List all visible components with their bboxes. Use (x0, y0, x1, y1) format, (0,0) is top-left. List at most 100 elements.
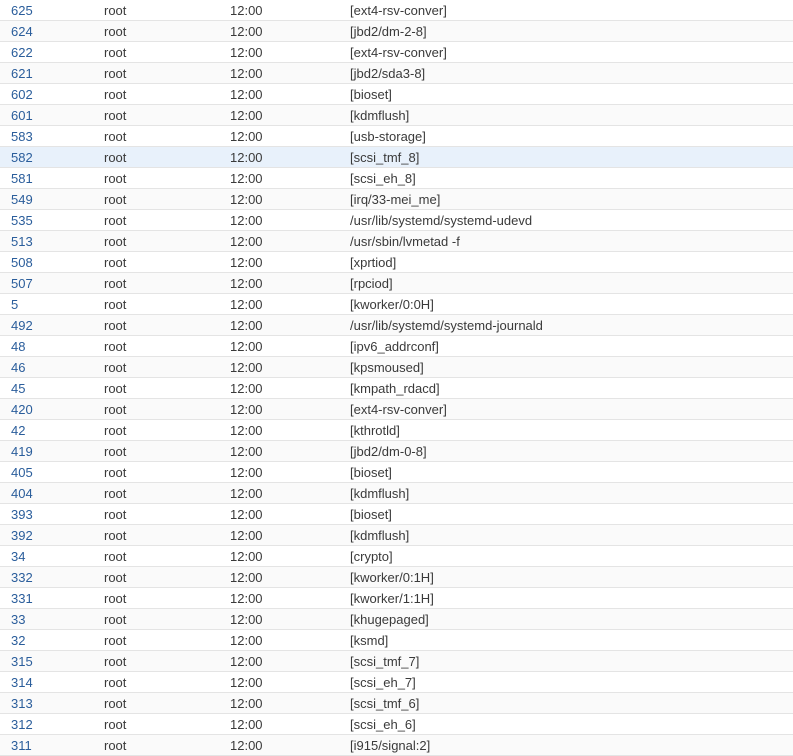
pid-cell[interactable]: 5 (11, 294, 91, 314)
pid-cell[interactable]: 314 (11, 672, 91, 692)
table-row[interactable]: 393 root 12:00 [bioset] (0, 504, 793, 525)
table-row[interactable]: 601 root 12:00 [kdmflush] (0, 105, 793, 126)
table-row[interactable]: 313 root 12:00 [scsi_tmf_6] (0, 693, 793, 714)
time-cell: 12:00 (230, 696, 263, 711)
table-row[interactable]: 5 root 12:00 [kworker/0:0H] (0, 294, 793, 315)
user-cell: root (104, 213, 127, 228)
table-row[interactable]: 602 root 12:00 [bioset] (0, 84, 793, 105)
command-cell: [i915/signal:2] (350, 738, 431, 753)
table-row[interactable]: 315 root 12:00 [scsi_tmf_7] (0, 651, 793, 672)
table-row[interactable]: 508 root 12:00 [xprtiod] (0, 252, 793, 273)
command-cell: [khugepaged] (350, 612, 429, 627)
pid-cell[interactable]: 45 (11, 378, 91, 398)
pid-cell[interactable]: 625 (11, 0, 91, 20)
command-cell: [jbd2/dm-2-8] (350, 24, 427, 39)
pid-cell[interactable]: 405 (11, 462, 91, 482)
table-row[interactable]: 419 root 12:00 [jbd2/dm-0-8] (0, 441, 793, 462)
table-row[interactable]: 625 root 12:00 [ext4-rsv-conver] (0, 0, 793, 21)
table-row[interactable]: 32 root 12:00 [ksmd] (0, 630, 793, 651)
table-row[interactable]: 404 root 12:00 [kdmflush] (0, 483, 793, 504)
command-cell: [scsi_eh_8] (350, 171, 416, 186)
pid-cell[interactable]: 311 (11, 735, 91, 755)
table-row[interactable]: 311 root 12:00 [i915/signal:2] (0, 735, 793, 756)
user-cell: root (104, 465, 127, 480)
pid-cell[interactable]: 583 (11, 126, 91, 146)
pid-cell[interactable]: 507 (11, 273, 91, 293)
pid-cell[interactable]: 392 (11, 525, 91, 545)
user-cell: root (104, 570, 127, 585)
table-row[interactable]: 624 root 12:00 [jbd2/dm-2-8] (0, 21, 793, 42)
pid-cell[interactable]: 621 (11, 63, 91, 83)
pid-cell[interactable]: 312 (11, 714, 91, 734)
time-cell: 12:00 (230, 276, 263, 291)
command-cell: [ext4-rsv-conver] (350, 45, 447, 60)
table-row[interactable]: 535 root 12:00/usr/lib/systemd/systemd-ude… (0, 210, 793, 231)
command-cell: [scsi_tmf_8] (350, 150, 420, 165)
pid-cell[interactable]: 622 (11, 42, 91, 62)
table-row[interactable]: 314 root 12:00 [scsi_eh_7] (0, 672, 793, 693)
table-row[interactable]: 549 root 12:00 [irq/33-mei_me] (0, 189, 793, 210)
time-cell: 12:00 (230, 486, 263, 501)
pid-cell[interactable]: 33 (11, 609, 91, 629)
pid-cell[interactable]: 513 (11, 231, 91, 251)
user-cell: root (104, 675, 127, 690)
table-row[interactable]: 392 root 12:00 [kdmflush] (0, 525, 793, 546)
pid-cell[interactable]: 420 (11, 399, 91, 419)
time-cell: 12:00 (230, 150, 263, 165)
time-cell: 12:00 (230, 255, 263, 270)
table-row[interactable]: 312 root 12:00 [scsi_eh_6] (0, 714, 793, 735)
pid-cell[interactable]: 624 (11, 21, 91, 41)
pid-cell[interactable]: 332 (11, 567, 91, 587)
table-row[interactable]: 34 root 12:00 [crypto] (0, 546, 793, 567)
table-row[interactable]: 42 root 12:00 [kthrotld] (0, 420, 793, 441)
pid-cell[interactable]: 32 (11, 630, 91, 650)
table-row[interactable]: 582 root 12:00 [scsi_tmf_8] (0, 147, 793, 168)
user-cell: root (104, 129, 127, 144)
pid-cell[interactable]: 48 (11, 336, 91, 356)
pid-cell[interactable]: 46 (11, 357, 91, 377)
table-row[interactable]: 492 root 12:00/usr/lib/systemd/systemd-jou… (0, 315, 793, 336)
pid-cell[interactable]: 393 (11, 504, 91, 524)
pid-cell[interactable]: 581 (11, 168, 91, 188)
table-row[interactable]: 45 root 12:00 [kmpath_rdacd] (0, 378, 793, 399)
pid-cell[interactable]: 549 (11, 189, 91, 209)
table-row[interactable]: 332 root 12:00 [kworker/0:1H] (0, 567, 793, 588)
user-cell: root (104, 423, 127, 438)
table-row[interactable]: 46 root 12:00 [kpsmoused] (0, 357, 793, 378)
table-row[interactable]: 621 root 12:00 [jbd2/sda3-8] (0, 63, 793, 84)
table-row[interactable]: 583 root 12:00 [usb-storage] (0, 126, 793, 147)
command-cell: [scsi_tmf_7] (350, 654, 420, 669)
table-row[interactable]: 513 root 12:00/usr/sbin/lvmetad -f (0, 231, 793, 252)
table-row[interactable]: 405 root 12:00 [bioset] (0, 462, 793, 483)
pid-cell[interactable]: 42 (11, 420, 91, 440)
table-row[interactable]: 331 root 12:00 [kworker/1:1H] (0, 588, 793, 609)
pid-cell[interactable]: 404 (11, 483, 91, 503)
pid-cell[interactable]: 492 (11, 315, 91, 335)
pid-cell[interactable]: 602 (11, 84, 91, 104)
pid-cell[interactable]: 419 (11, 441, 91, 461)
pid-cell[interactable]: 508 (11, 252, 91, 272)
user-cell: root (104, 192, 127, 207)
table-row[interactable]: 420 root 12:00 [ext4-rsv-conver] (0, 399, 793, 420)
pid-cell[interactable]: 601 (11, 105, 91, 125)
command-cell: [scsi_tmf_6] (350, 696, 420, 711)
table-row[interactable]: 33 root 12:00 [khugepaged] (0, 609, 793, 630)
user-cell: root (104, 234, 127, 249)
user-cell: root (104, 24, 127, 39)
time-cell: 12:00 (230, 549, 263, 564)
pid-cell[interactable]: 315 (11, 651, 91, 671)
command-cell: [ksmd] (350, 633, 389, 648)
table-row[interactable]: 622 root 12:00 [ext4-rsv-conver] (0, 42, 793, 63)
pid-cell[interactable]: 582 (11, 147, 91, 167)
pid-cell[interactable]: 313 (11, 693, 91, 713)
pid-cell[interactable]: 34 (11, 546, 91, 566)
table-row[interactable]: 581 root 12:00 [scsi_eh_8] (0, 168, 793, 189)
table-row[interactable]: 48 root 12:00 [ipv6_addrconf] (0, 336, 793, 357)
time-cell: 12:00 (230, 381, 263, 396)
user-cell: root (104, 444, 127, 459)
table-row[interactable]: 507 root 12:00 [rpciod] (0, 273, 793, 294)
time-cell: 12:00 (230, 507, 263, 522)
pid-cell[interactable]: 331 (11, 588, 91, 608)
pid-cell[interactable]: 535 (11, 210, 91, 230)
time-cell: 12:00 (230, 465, 263, 480)
